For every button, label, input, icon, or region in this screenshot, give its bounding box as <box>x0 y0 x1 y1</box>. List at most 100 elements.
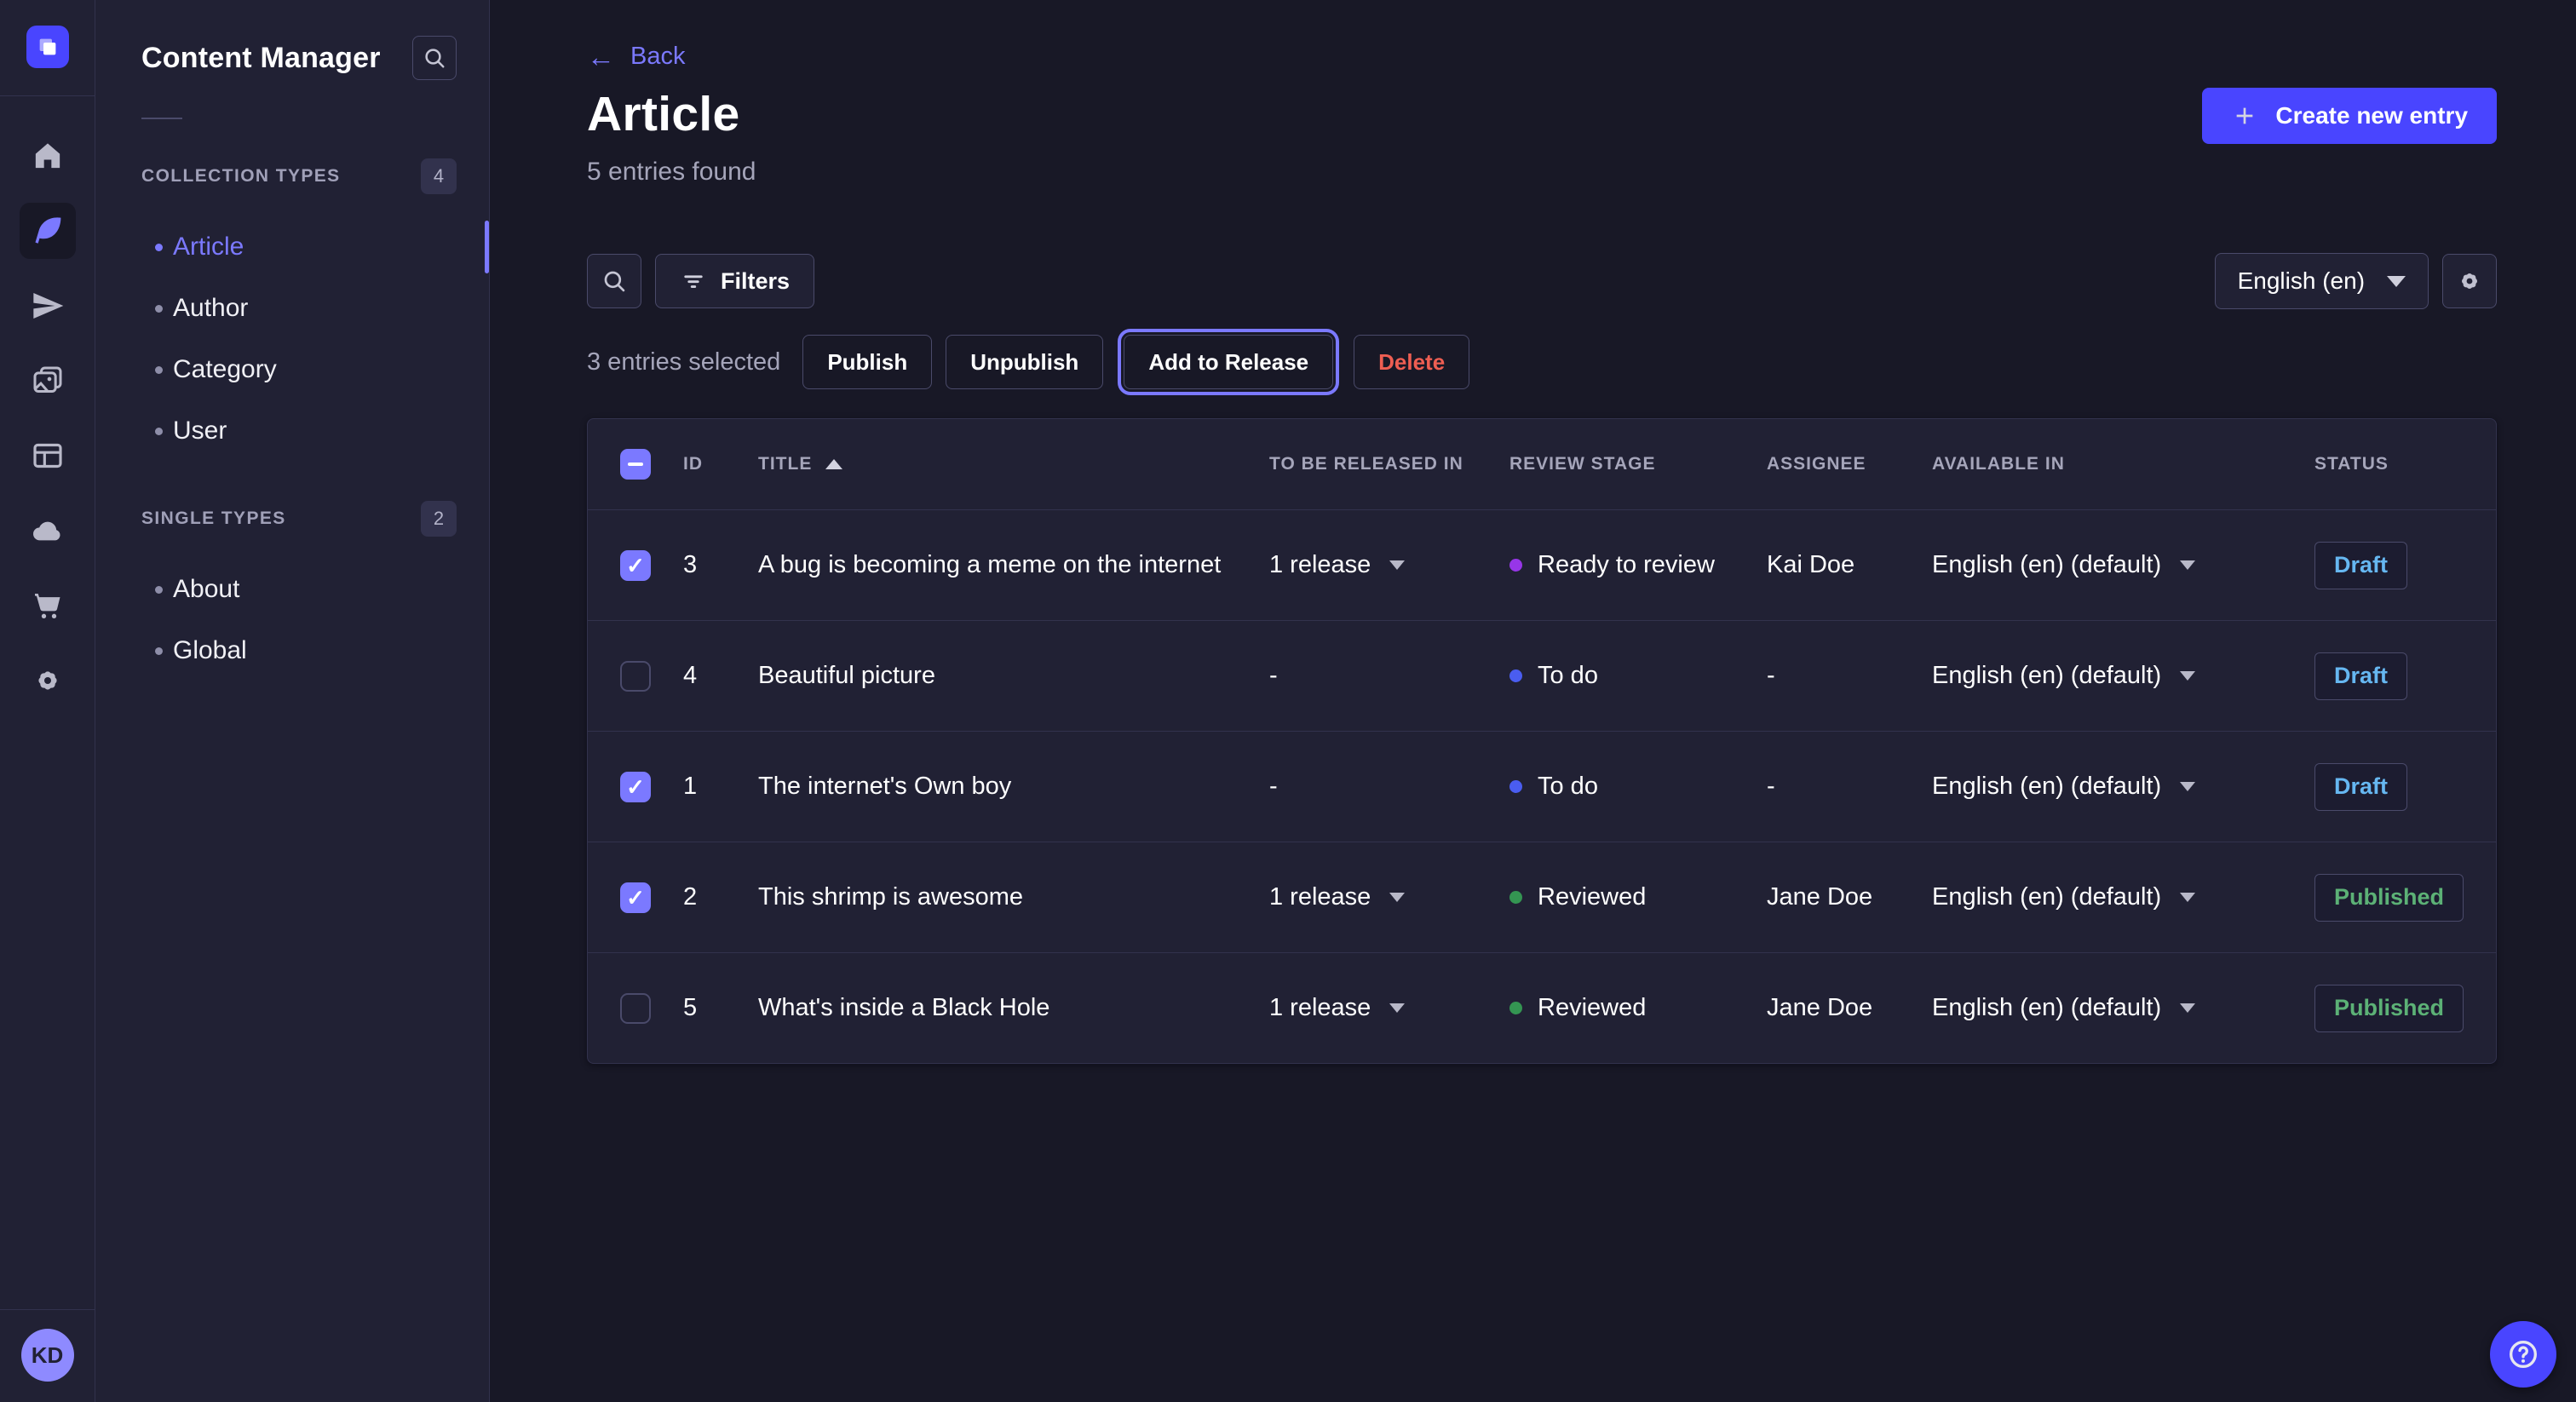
column-header-available-in: AVAILABLE IN <box>1932 454 2314 474</box>
main-nav-rail: KD <box>0 0 95 1402</box>
cloud-icon[interactable] <box>20 503 76 559</box>
chevron-down-icon <box>2387 276 2406 287</box>
gear-icon <box>2455 267 2484 296</box>
cart-icon[interactable] <box>20 577 76 634</box>
status-badge: Draft <box>2314 652 2407 700</box>
column-header-title[interactable]: TITLE <box>758 454 1269 474</box>
chevron-down-icon <box>1389 560 1405 570</box>
sidebar-item-label: Global <box>173 636 247 665</box>
sidebar-item-label: Article <box>173 233 244 261</box>
cell-release[interactable]: 1 release <box>1269 551 1509 579</box>
cell-release: - <box>1269 773 1509 801</box>
sidebar-item-about[interactable]: About <box>141 559 489 620</box>
cell-release: - <box>1269 662 1509 690</box>
locale-select[interactable]: English (en) <box>2215 253 2429 309</box>
cell-available-in[interactable]: English (en) (default) <box>1932 662 2314 690</box>
filter-icon <box>680 267 707 295</box>
cell-available-in[interactable]: English (en) (default) <box>1932 994 2314 1022</box>
publish-button[interactable]: Publish <box>802 335 932 389</box>
stage-label: Ready to review <box>1538 551 1715 579</box>
sidebar-item-category[interactable]: Category <box>141 339 489 400</box>
single-types-count-badge: 2 <box>421 501 457 537</box>
back-link[interactable]: ← Back <box>587 0 685 71</box>
cell-title: Beautiful picture <box>758 662 1269 690</box>
images-icon[interactable] <box>20 353 76 409</box>
panel-title: Content Manager <box>141 42 381 75</box>
panel-search-button[interactable] <box>412 36 457 80</box>
section-label-collection-types: COLLECTION TYPES <box>141 166 341 187</box>
create-new-entry-button[interactable]: Create new entry <box>2202 88 2497 144</box>
cell-assignee: Jane Doe <box>1767 994 1932 1022</box>
cell-release[interactable]: 1 release <box>1269 994 1509 1022</box>
settings-button[interactable] <box>2442 254 2497 308</box>
gear-icon[interactable] <box>20 652 76 709</box>
cell-title: What's inside a Black Hole <box>758 994 1269 1022</box>
chevron-down-icon <box>2180 1003 2195 1013</box>
cell-release[interactable]: 1 release <box>1269 883 1509 911</box>
user-avatar[interactable]: KD <box>21 1329 74 1382</box>
unpublish-button[interactable]: Unpublish <box>946 335 1103 389</box>
filters-button[interactable]: Filters <box>655 254 814 308</box>
table-row[interactable]: ✓ 3 A bug is becoming a meme on the inte… <box>588 509 2496 620</box>
cell-assignee: Jane Doe <box>1767 883 1932 911</box>
chevron-down-icon <box>2180 782 2195 791</box>
feather-icon[interactable] <box>20 203 76 259</box>
sidebar-item-author[interactable]: Author <box>141 278 489 339</box>
help-button[interactable] <box>2490 1321 2556 1388</box>
row-checkbox[interactable] <box>620 661 651 692</box>
delete-button[interactable]: Delete <box>1354 335 1469 389</box>
status-badge: Draft <box>2314 542 2407 589</box>
row-checkbox[interactable]: ✓ <box>620 772 651 802</box>
select-all-checkbox[interactable] <box>620 449 651 480</box>
cell-review-stage: To do <box>1509 773 1767 801</box>
release-value: 1 release <box>1269 551 1371 579</box>
indeterminate-dash-icon <box>628 463 643 466</box>
column-header-to-be-released-in: TO BE RELEASED IN <box>1269 454 1509 474</box>
cell-assignee: - <box>1767 773 1932 801</box>
sidebar-item-label: User <box>173 417 227 445</box>
column-header-id[interactable]: ID <box>683 454 758 474</box>
paper-plane-icon[interactable] <box>20 278 76 334</box>
home-icon[interactable] <box>20 128 76 184</box>
content-manager-panel: Content Manager COLLECTION TYPES 4 Artic… <box>95 0 490 1402</box>
strapi-logo-icon[interactable] <box>26 26 69 68</box>
table-row[interactable]: ✓ 2 This shrimp is awesome 1 release Rev… <box>588 842 2496 952</box>
stage-dot-icon <box>1509 669 1522 682</box>
collection-types-section: COLLECTION TYPES 4 Article Author Catego… <box>141 158 489 462</box>
add-to-release-button[interactable]: Add to Release <box>1124 335 1333 389</box>
cell-title: The internet's Own boy <box>758 773 1269 801</box>
bullet-icon <box>155 428 163 435</box>
sidebar-item-label: Author <box>173 294 248 323</box>
search-button[interactable] <box>587 254 641 308</box>
table-row[interactable]: 5 What's inside a Black Hole 1 release R… <box>588 952 2496 1063</box>
cell-available-in[interactable]: English (en) (default) <box>1932 551 2314 579</box>
release-value: 1 release <box>1269 994 1371 1022</box>
chevron-down-icon <box>1389 1003 1405 1013</box>
row-checkbox[interactable] <box>620 993 651 1024</box>
table-row[interactable]: ✓ 1 The internet's Own boy - To do - Eng… <box>588 731 2496 842</box>
chevron-down-icon <box>1389 893 1405 902</box>
cell-review-stage: Reviewed <box>1509 883 1767 911</box>
stage-dot-icon <box>1509 891 1522 904</box>
sidebar-item-article[interactable]: Article <box>141 216 489 278</box>
cell-available-in[interactable]: English (en) (default) <box>1932 883 2314 911</box>
create-button-label: Create new entry <box>2275 102 2468 129</box>
layout-icon[interactable] <box>20 428 76 484</box>
sidebar-item-global[interactable]: Global <box>141 620 489 681</box>
cell-available-in[interactable]: English (en) (default) <box>1932 773 2314 801</box>
cell-id: 1 <box>683 773 758 801</box>
row-checkbox[interactable]: ✓ <box>620 882 651 913</box>
table-row[interactable]: 4 Beautiful picture - To do - English (e… <box>588 620 2496 731</box>
search-icon <box>422 45 447 71</box>
bullet-icon <box>155 647 163 655</box>
stage-dot-icon <box>1509 780 1522 793</box>
cell-id: 3 <box>683 551 758 579</box>
sidebar-item-user[interactable]: User <box>141 400 489 462</box>
page-title: Article <box>587 86 740 142</box>
row-checkbox[interactable]: ✓ <box>620 550 651 581</box>
cell-review-stage: To do <box>1509 662 1767 690</box>
panel-divider <box>141 118 182 119</box>
stage-label: To do <box>1538 773 1598 801</box>
stage-dot-icon <box>1509 1002 1522 1014</box>
chevron-down-icon <box>2180 893 2195 902</box>
